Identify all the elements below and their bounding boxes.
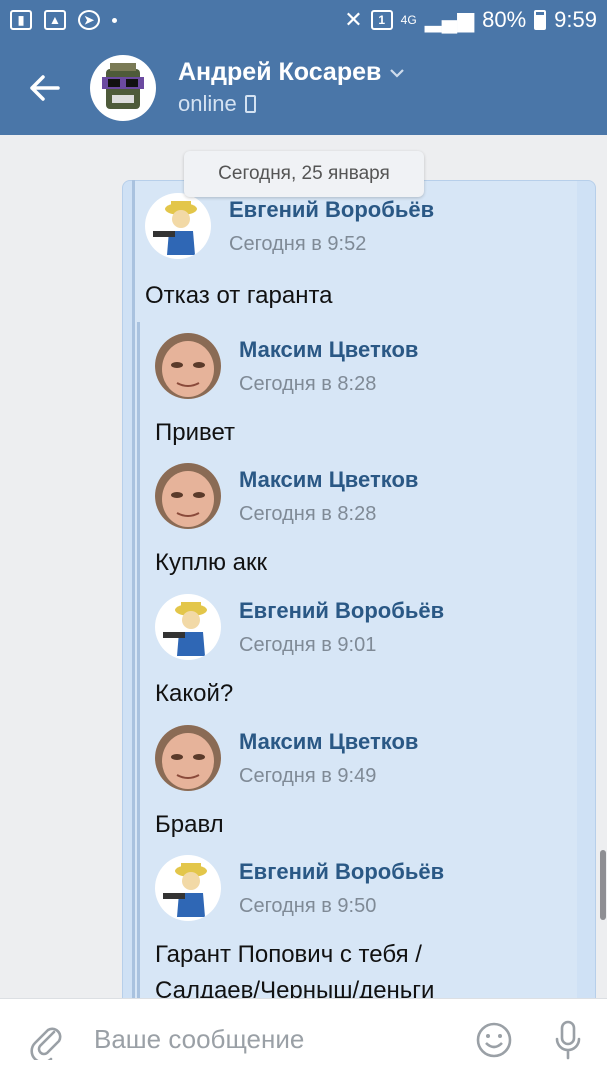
forwarded-message-header: Максим Цветков Сегодня в 9:49 bbox=[155, 725, 418, 791]
sender-name[interactable]: Максим Цветков bbox=[239, 467, 418, 493]
notification-dot-icon bbox=[112, 17, 117, 23]
forwarded-message-text: Привет bbox=[155, 419, 236, 446]
message-header: Евгений Воробьёв Сегодня в 9:52 bbox=[145, 193, 434, 259]
message-time: Сегодня в 9:50 bbox=[239, 894, 377, 917]
voice-message-button[interactable] bbox=[538, 1010, 598, 1070]
forwarded-message-header: Максим Цветков Сегодня в 8:28 bbox=[155, 333, 418, 399]
message-text: Отказ от гаранта bbox=[145, 282, 333, 309]
telegram-icon: ➤ bbox=[78, 10, 100, 30]
avatar[interactable] bbox=[155, 594, 221, 660]
contact-name[interactable]: Андрей Косарев bbox=[178, 58, 381, 87]
signal-icon: ▂▄▆ bbox=[424, 7, 475, 32]
message-composer bbox=[0, 998, 607, 1080]
microphone-icon bbox=[555, 1020, 581, 1059]
mute-icon: ✕ bbox=[344, 7, 363, 32]
chat-header: Андрей Косарев online bbox=[0, 40, 607, 135]
network-type: 4G bbox=[400, 13, 417, 27]
back-button[interactable] bbox=[0, 40, 90, 135]
emoji-button[interactable] bbox=[464, 1010, 524, 1070]
chevron-down-icon[interactable] bbox=[389, 68, 405, 78]
message-time: Сегодня в 9:52 bbox=[229, 232, 367, 255]
avatar[interactable] bbox=[155, 463, 221, 529]
avatar[interactable] bbox=[155, 855, 221, 921]
sender-name[interactable]: Евгений Воробьёв bbox=[239, 598, 444, 624]
forwarded-message-header: Евгений Воробьёв Сегодня в 9:50 bbox=[155, 855, 444, 921]
paperclip-icon bbox=[30, 1027, 62, 1060]
sender-name[interactable]: Максим Цветков bbox=[239, 337, 418, 363]
twitch-icon: ▮ bbox=[10, 10, 32, 30]
message-input[interactable] bbox=[92, 1023, 452, 1056]
contact-status: online bbox=[178, 91, 237, 116]
outer-quote-line bbox=[132, 180, 135, 998]
attach-button[interactable] bbox=[16, 1010, 76, 1070]
clock: 9:59 bbox=[554, 7, 597, 32]
sender-name[interactable]: Евгений Воробьёв bbox=[239, 859, 444, 885]
message-time: Сегодня в 9:49 bbox=[239, 764, 377, 787]
status-bar: ▮ ▲ ➤ ✕ 1 4G ▂▄▆ 80% 9:59 bbox=[0, 0, 607, 40]
message-time: Сегодня в 8:28 bbox=[239, 372, 377, 395]
forwarded-message-text: Бравл bbox=[155, 811, 224, 838]
battery-icon bbox=[534, 10, 547, 30]
scrollbar-thumb[interactable] bbox=[600, 850, 606, 920]
message-time: Сегодня в 9:01 bbox=[239, 633, 377, 656]
avatar[interactable] bbox=[155, 333, 221, 399]
forwarded-message-header: Евгений Воробьёв Сегодня в 9:01 bbox=[155, 594, 444, 660]
forwarded-message-text-line2: Салдаев/Черныш/деньги bbox=[155, 977, 435, 998]
message-time: Сегодня в 8:28 bbox=[239, 502, 377, 525]
message-list[interactable]: Сегодня, 25 января Евгений Воробьёв Сего… bbox=[0, 135, 607, 998]
smiley-icon bbox=[476, 1022, 512, 1057]
avatar[interactable] bbox=[145, 193, 211, 259]
avatar[interactable] bbox=[155, 725, 221, 791]
date-separator: Сегодня, 25 января bbox=[184, 151, 424, 197]
back-arrow-icon bbox=[30, 74, 60, 101]
contact-avatar[interactable] bbox=[90, 54, 156, 121]
inner-quote-line bbox=[137, 322, 140, 998]
forwarded-message-text-line1: Гарант Попович с тебя / bbox=[155, 941, 422, 968]
gallery-icon: ▲ bbox=[44, 10, 66, 30]
forwarded-message-header: Максим Цветков Сегодня в 8:28 bbox=[155, 463, 418, 529]
sender-name[interactable]: Евгений Воробьёв bbox=[229, 197, 434, 223]
mobile-phone-icon bbox=[244, 95, 256, 113]
forwarded-message-text: Какой? bbox=[155, 680, 234, 707]
forwarded-message-text: Куплю акк bbox=[155, 549, 267, 576]
battery-percent: 80% bbox=[482, 7, 527, 32]
sender-name[interactable]: Максим Цветков bbox=[239, 729, 418, 755]
sim-icon: 1 bbox=[370, 10, 393, 30]
